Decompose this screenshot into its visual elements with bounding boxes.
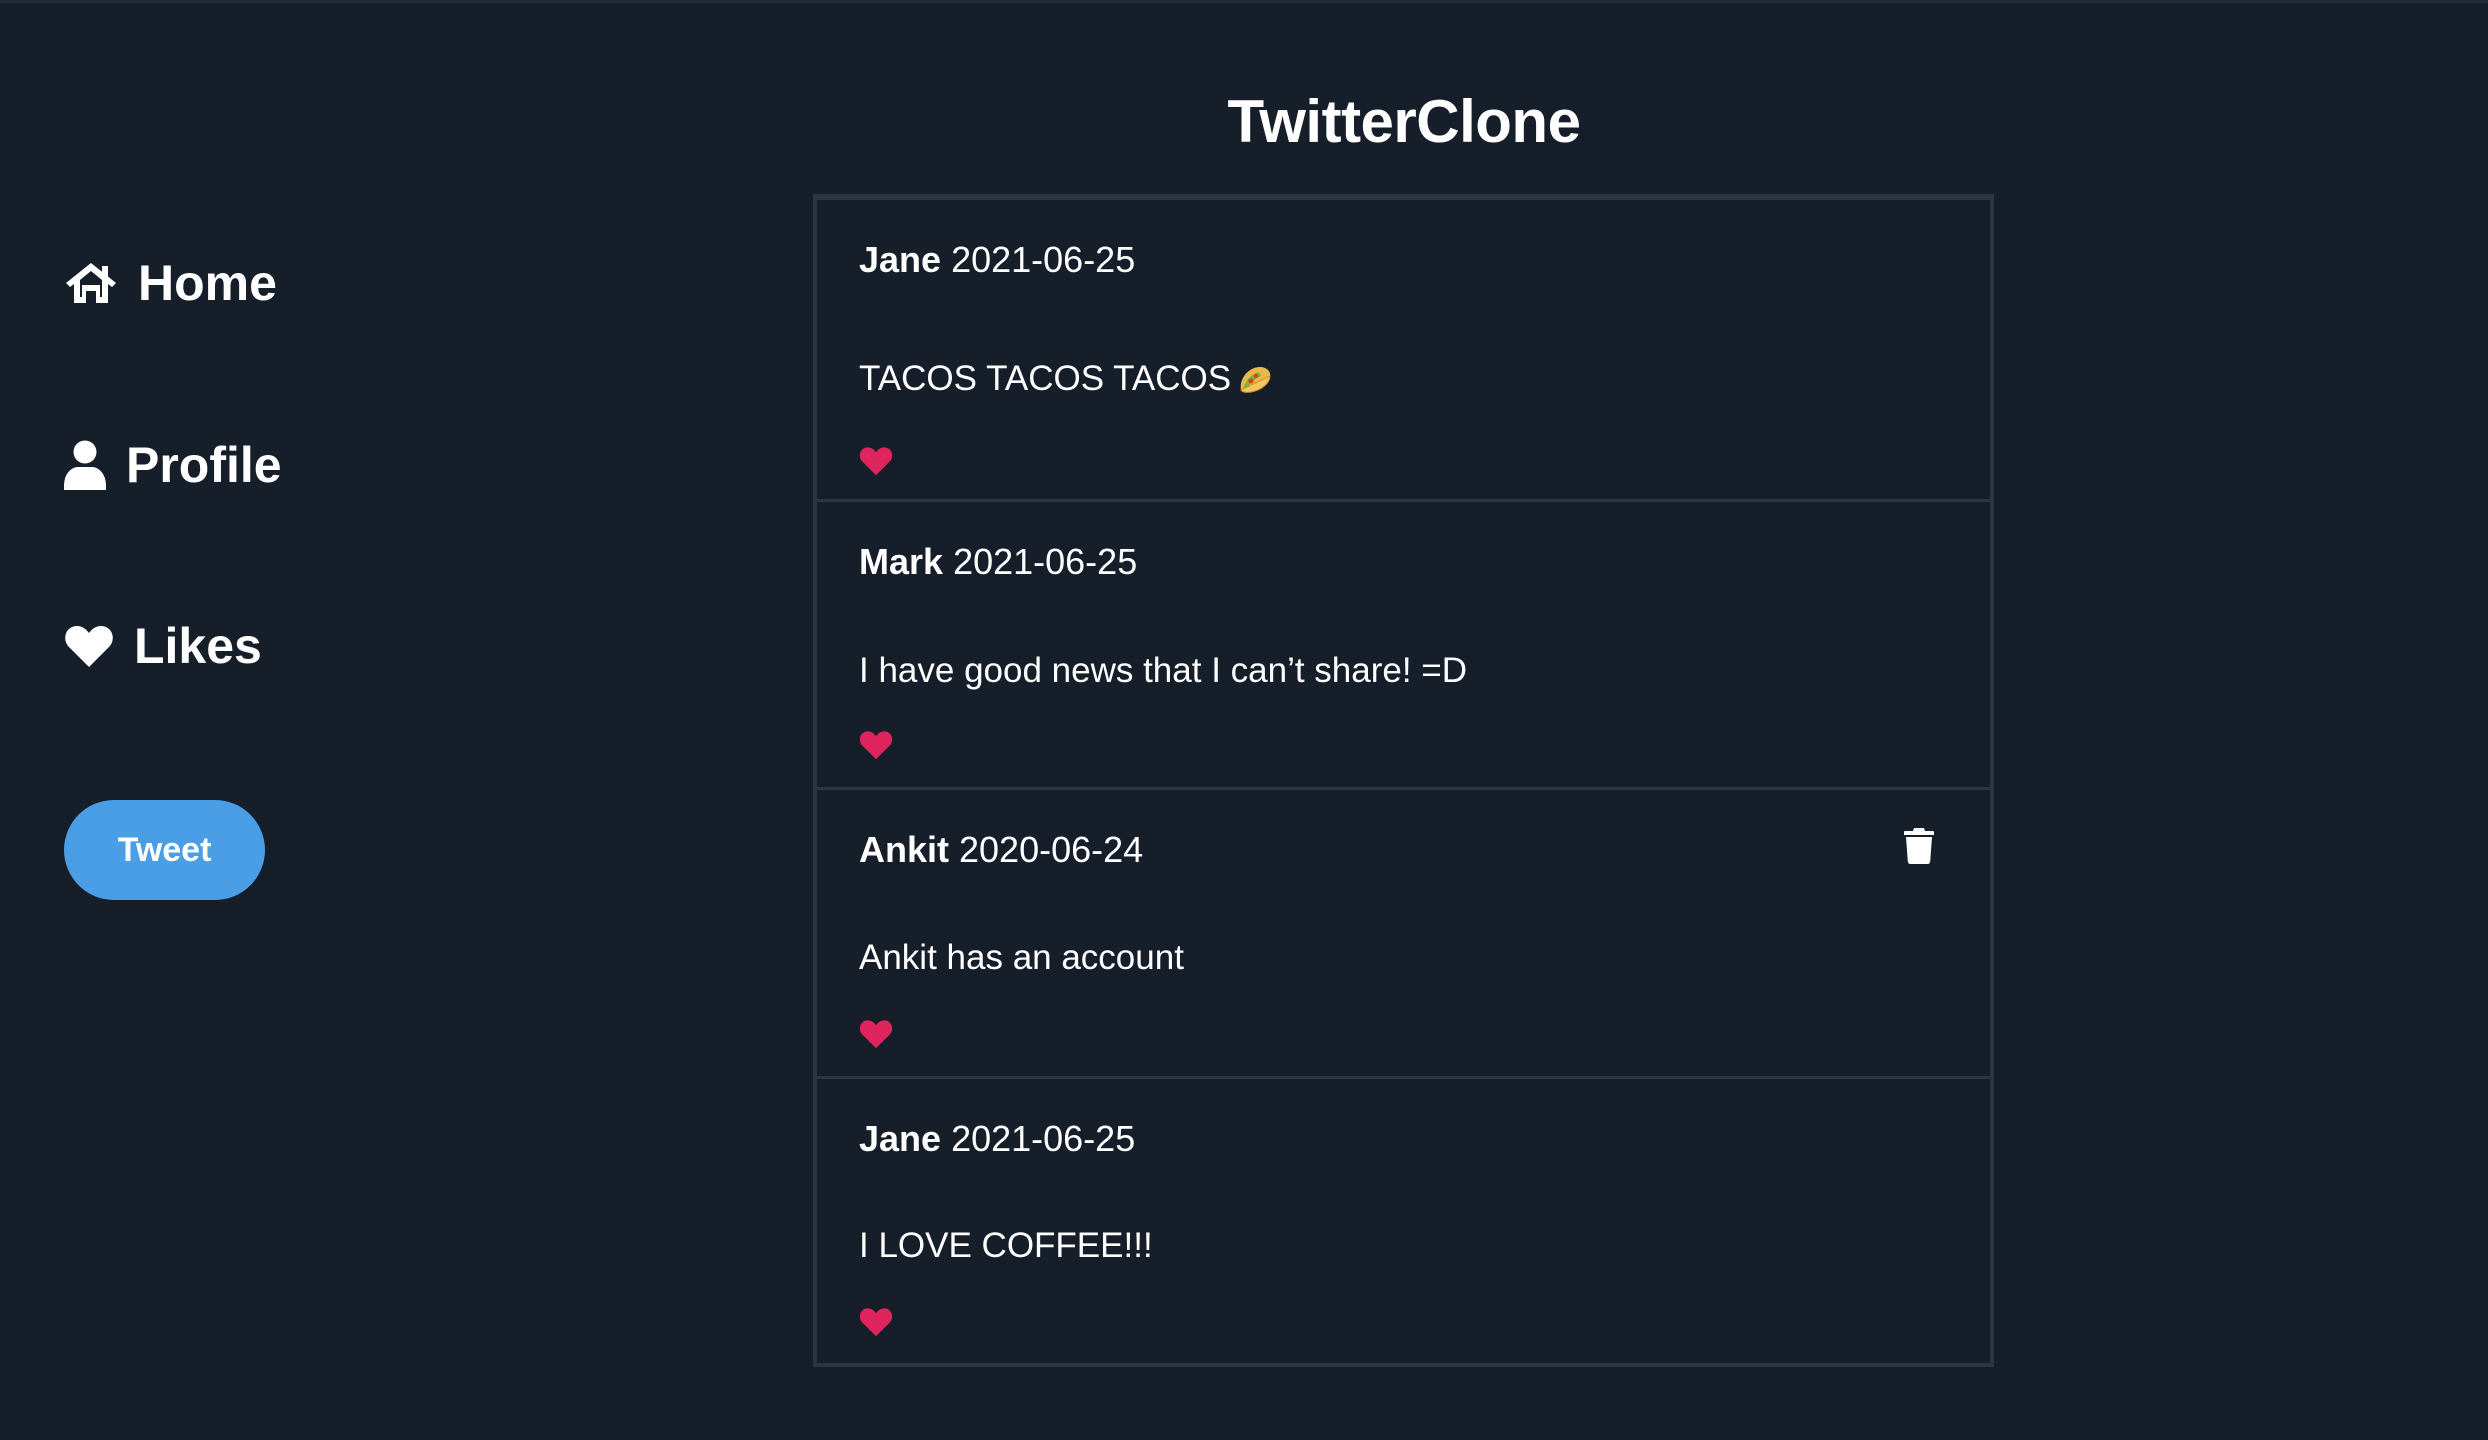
like-button[interactable] <box>859 729 893 761</box>
like-button[interactable] <box>859 445 893 477</box>
sidebar-item-profile[interactable]: Profile <box>64 436 282 494</box>
tweet-text: I have good news that I can’t share! =D <box>859 651 1468 690</box>
tweet-card: Mark 2021-06-25 I have good news that I … <box>817 502 1990 790</box>
sidebar-item-label: Likes <box>134 618 262 674</box>
tweet-header: Mark 2021-06-25 <box>859 540 1137 584</box>
tweet-text: TACOS TACOS TACOS <box>859 359 1232 398</box>
like-button[interactable] <box>859 1306 893 1338</box>
app-title: TwitterClone <box>1227 88 1581 155</box>
sidebar-item-label: Profile <box>126 437 282 493</box>
user-icon <box>64 440 106 490</box>
tweet-date: 2021-06-25 <box>951 1118 1136 1159</box>
sidebar-item-label: Home <box>138 255 277 311</box>
tweet-date: 2021-06-25 <box>953 541 1138 582</box>
taco-icon <box>1237 361 1273 393</box>
tweet-author[interactable]: Mark <box>859 541 943 582</box>
sidebar-item-likes[interactable]: Likes <box>64 617 262 675</box>
trash-icon[interactable] <box>1904 828 1934 864</box>
tweet-author[interactable]: Jane <box>859 1118 941 1159</box>
tweet-date: 2021-06-25 <box>951 239 1136 280</box>
heart-icon <box>64 624 114 668</box>
home-icon <box>64 261 118 305</box>
tweet-header: Jane 2021-06-25 <box>859 1117 1135 1161</box>
tweet-header: Jane 2021-06-25 <box>859 238 1135 282</box>
tweet-button[interactable]: Tweet <box>64 800 265 900</box>
like-button[interactable] <box>859 1018 893 1050</box>
tweet-text: Ankit has an account <box>859 938 1184 977</box>
tweet-text: I LOVE COFFEE!!! <box>859 1226 1153 1265</box>
tweet-card: Jane 2021-06-25 TACOS TACOS TACOS <box>817 200 1990 502</box>
tweet-body: I LOVE COFFEE!!! <box>859 1224 1153 1268</box>
tweet-card: Jane 2021-06-25 I LOVE COFFEE!!! <box>817 1079 1990 1365</box>
tweet-feed: Jane 2021-06-25 TACOS TACOS TACOS Mark 2… <box>813 194 1994 1367</box>
tweet-header: Ankit 2020-06-24 <box>859 828 1143 872</box>
tweet-body: I have good news that I can’t share! =D <box>859 649 1467 693</box>
tweet-body: TACOS TACOS TACOS <box>859 357 1273 401</box>
tweet-body: Ankit has an account <box>859 936 1184 980</box>
tweet-author[interactable]: Jane <box>859 239 941 280</box>
top-border <box>0 0 2488 3</box>
tweet-card: Ankit 2020-06-24 Ankit has an account <box>817 790 1990 1079</box>
tweet-date: 2020-06-24 <box>959 829 1144 870</box>
sidebar-item-home[interactable]: Home <box>64 254 277 312</box>
tweet-author[interactable]: Ankit <box>859 829 949 870</box>
